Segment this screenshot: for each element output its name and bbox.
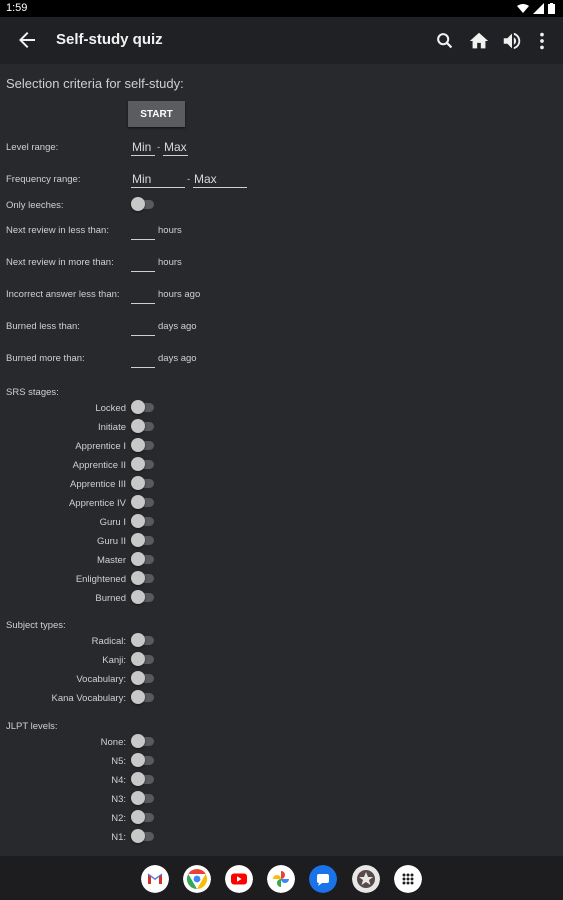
criteria-form: Selection criteria for self-study: START… — [0, 64, 563, 854]
page-title: Self-study quiz — [56, 31, 163, 48]
chrome-icon[interactable] — [183, 865, 211, 893]
volume-icon[interactable] — [501, 30, 523, 52]
jlpt-level-label: N4: — [111, 775, 126, 786]
subject-type-toggle[interactable] — [131, 671, 155, 685]
subject-type-toggle[interactable] — [131, 652, 155, 666]
filter-field[interactable] — [131, 256, 155, 272]
srs-stage-label: Locked — [95, 403, 126, 414]
srs-stage-toggle[interactable] — [131, 438, 155, 452]
jlpt-level-toggle[interactable] — [131, 734, 155, 748]
srs-stage-label: Master — [96, 555, 126, 566]
filter-label: Burned more than: — [6, 353, 85, 364]
subject-type-label: Kanji: — [102, 655, 126, 666]
subject-type-label: Vocabulary: — [76, 674, 126, 685]
frequency-min-field[interactable]: Min — [131, 172, 185, 188]
app-bar: Self-study quiz — [0, 17, 563, 64]
level-range-label: Level range: — [6, 142, 59, 153]
level-range-separator: - — [157, 142, 161, 153]
srs-stage-label: Apprentice IV — [68, 498, 126, 509]
jlpt-level-label: N5: — [111, 756, 126, 767]
app-drawer-icon[interactable] — [394, 865, 422, 893]
subject-type-label: Radical: — [91, 636, 126, 647]
status-bar: 1:59 — [0, 0, 563, 17]
frequency-range-separator: - — [187, 174, 191, 185]
srs-stage-toggle[interactable] — [131, 419, 155, 433]
app-icon[interactable] — [352, 865, 380, 893]
wifi-icon — [517, 4, 529, 13]
level-min-field[interactable]: Min — [131, 140, 155, 156]
srs-stage-toggle[interactable] — [131, 533, 155, 547]
jlpt-level-toggle[interactable] — [131, 810, 155, 824]
subject-type-label: Kana Vocabulary: — [51, 693, 126, 704]
gmail-icon[interactable] — [141, 865, 169, 893]
only-leeches-label: Only leeches: — [6, 200, 64, 211]
filter-unit: hours ago — [158, 289, 201, 300]
jlpt-level-toggle[interactable] — [131, 772, 155, 786]
filter-unit: days ago — [158, 321, 197, 332]
jlpt-level-toggle[interactable] — [131, 829, 155, 843]
srs-stage-label: Initiate — [98, 422, 126, 433]
filter-label: Next review in more than: — [6, 257, 114, 268]
srs-stage-label: Apprentice III — [70, 479, 126, 490]
srs-stage-label: Burned — [95, 593, 126, 604]
filter-field[interactable] — [131, 320, 155, 336]
srs-stage-toggle[interactable] — [131, 552, 155, 566]
filter-label: Burned less than: — [6, 321, 80, 332]
criteria-heading: Selection criteria for self-study: — [6, 76, 184, 91]
srs-stages-title: SRS stages: — [6, 387, 59, 398]
filter-label: Next review in less than: — [6, 225, 109, 236]
level-max-field[interactable]: Max — [163, 140, 188, 156]
srs-stage-toggle[interactable] — [131, 571, 155, 585]
srs-stage-label: Guru I — [99, 517, 126, 528]
subject-types-title: Subject types: — [6, 620, 66, 631]
srs-stage-toggle[interactable] — [131, 495, 155, 509]
frequency-max-field[interactable]: Max — [193, 172, 247, 188]
status-time: 1:59 — [6, 2, 28, 14]
frequency-range-label: Frequency range: — [6, 174, 81, 185]
jlpt-levels-title: JLPT levels: — [6, 721, 58, 732]
youtube-icon[interactable] — [225, 865, 253, 893]
srs-stage-label: Enlightened — [75, 574, 126, 585]
signal-icon — [533, 3, 544, 14]
jlpt-level-label: N1: — [111, 832, 126, 843]
jlpt-level-label: N3: — [111, 794, 126, 805]
srs-stage-label: Apprentice I — [75, 441, 126, 452]
filter-unit: days ago — [158, 353, 197, 364]
back-arrow-icon[interactable] — [15, 28, 39, 52]
srs-stage-toggle[interactable] — [131, 400, 155, 414]
messages-icon[interactable] — [309, 865, 337, 893]
srs-stage-toggle[interactable] — [131, 476, 155, 490]
filter-field[interactable] — [131, 224, 155, 240]
filter-unit: hours — [158, 225, 182, 236]
jlpt-level-label: None: — [100, 737, 126, 748]
subject-type-toggle[interactable] — [131, 633, 155, 647]
srs-stage-label: Apprentice II — [72, 460, 126, 471]
photos-icon[interactable] — [267, 865, 295, 893]
jlpt-level-toggle[interactable] — [131, 753, 155, 767]
app-dock — [0, 856, 563, 900]
srs-stage-toggle[interactable] — [131, 514, 155, 528]
jlpt-level-toggle[interactable] — [131, 791, 155, 805]
filter-field[interactable] — [131, 352, 155, 368]
jlpt-level-label: N2: — [111, 813, 126, 824]
srs-stage-toggle[interactable] — [131, 590, 155, 604]
only-leeches-toggle[interactable] — [131, 197, 155, 211]
start-button[interactable]: START — [128, 101, 185, 127]
filter-label: Incorrect answer less than: — [6, 289, 120, 300]
more-options-icon[interactable] — [531, 30, 553, 52]
srs-stage-toggle[interactable] — [131, 457, 155, 471]
srs-stage-label: Guru II — [96, 536, 126, 547]
battery-icon — [548, 3, 555, 14]
subject-type-toggle[interactable] — [131, 690, 155, 704]
filter-field[interactable] — [131, 288, 155, 304]
search-icon[interactable] — [434, 30, 456, 52]
home-icon[interactable] — [468, 30, 490, 52]
filter-unit: hours — [158, 257, 182, 268]
